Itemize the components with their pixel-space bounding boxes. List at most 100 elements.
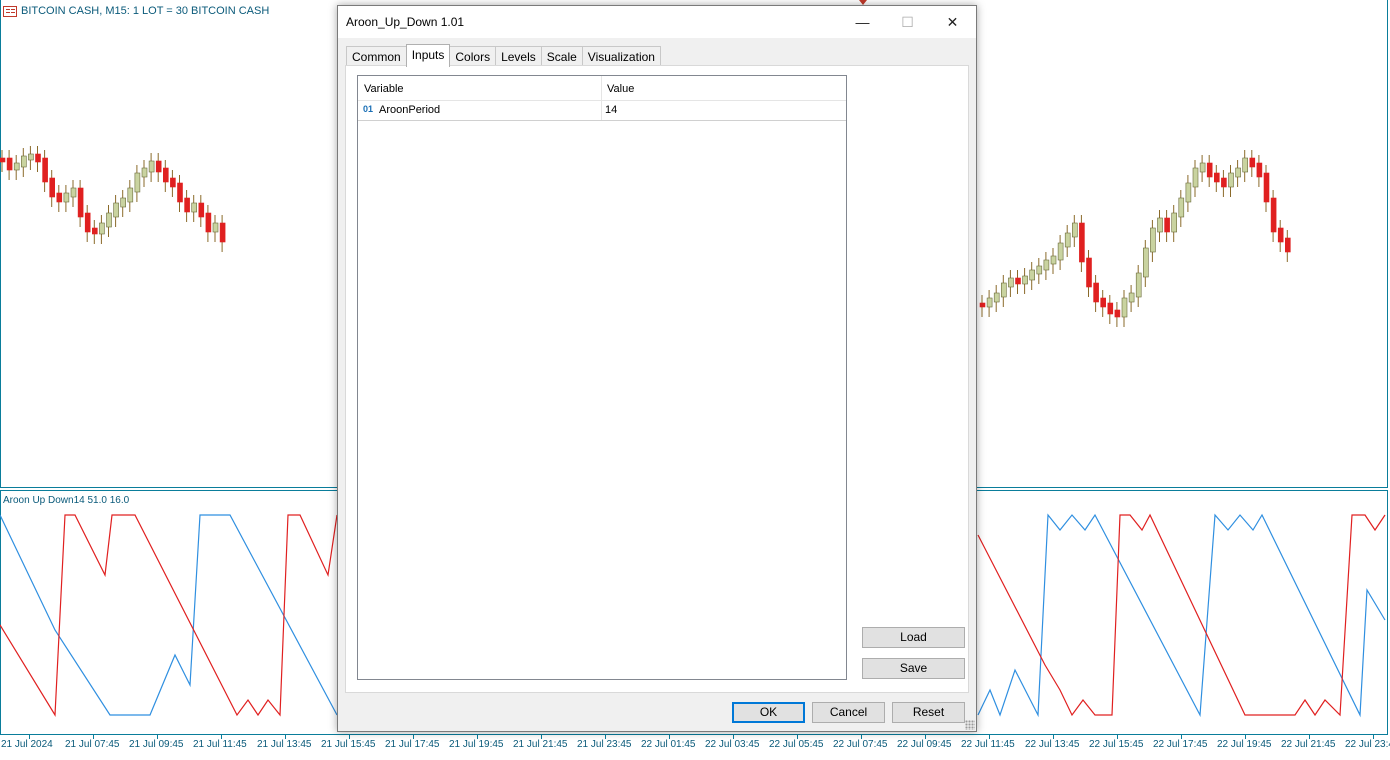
candle-body [1114,309,1121,318]
candle-body [1171,212,1177,233]
candle-body [1135,272,1142,298]
candle-body [1277,227,1284,243]
variable-column-header[interactable]: Variable [364,76,404,100]
candle-body [1249,157,1256,168]
candle-body [141,167,148,178]
candle-body [155,160,162,173]
candle-body [212,222,219,233]
time-axis-label: 21 Jul 2024 [1,739,53,750]
chart-title: BITCOIN CASH, M15: 1 LOT = 30 BITCOIN CA… [3,5,269,17]
aroon-up-line-right [977,513,1386,718]
tab-common[interactable]: Common [346,46,407,67]
candle-body [42,157,48,183]
candle-body [986,297,993,308]
candle-body [28,153,34,161]
candle-body [1199,162,1206,173]
indicator-properties-dialog: Aroon_Up_Down 1.01 — ☐ ✕ Common Inputs C… [337,5,977,732]
candle-body [1121,297,1128,318]
grid-header: Variable Value [358,76,846,101]
candle-body [1079,222,1085,263]
chart-symbol-icon [3,5,17,17]
tab-colors[interactable]: Colors [449,46,497,67]
candle-body [1015,277,1021,285]
candle-body [1143,247,1149,278]
time-axis-label: 21 Jul 17:45 [385,739,440,750]
time-axis-label: 21 Jul 07:45 [65,739,120,750]
candle-body [1022,275,1028,285]
candle-body [70,187,77,198]
time-axis-label: 22 Jul 13:45 [1025,739,1080,750]
candle-body [134,172,141,193]
tab-inputs[interactable]: Inputs [405,44,451,67]
tab-levels[interactable]: Levels [495,46,542,67]
candle-body [106,212,112,228]
candle-body [1221,177,1227,188]
time-axis-label: 22 Jul 01:45 [641,739,696,750]
candle-body [979,302,986,308]
table-row[interactable]: 01 AroonPeriod 14 [358,100,846,121]
ok-button[interactable]: OK [732,702,805,723]
minimize-button[interactable]: — [840,6,885,38]
row-value[interactable]: 14 [605,104,617,116]
candle-body [1043,259,1050,271]
time-axis-label: 22 Jul 03:45 [705,739,760,750]
candle-body [1107,302,1114,315]
tab-strip: Common Inputs Colors Levels Scale Visual… [346,44,661,67]
candle-body [177,182,183,203]
time-axis-label: 22 Jul 23:45 [1345,739,1390,750]
candle-body [198,202,205,218]
close-button[interactable]: ✕ [930,6,975,38]
time-axis-label: 22 Jul 05:45 [769,739,824,750]
candle-body [13,162,20,171]
time-axis-label: 22 Jul 09:45 [897,739,952,750]
time-axis-label: 22 Jul 17:45 [1153,739,1208,750]
candle-body [77,187,84,218]
value-column-header[interactable]: Value [607,76,634,100]
indicator-title: Aroon Up Down14 51.0 16.0 [3,495,130,506]
candle-body [6,157,13,171]
candle-body [205,212,212,233]
tab-visualization[interactable]: Visualization [581,46,661,67]
candle-body [1178,197,1185,218]
candle-body [1192,167,1199,188]
candle-body [56,192,63,203]
tab-scale[interactable]: Scale [540,46,583,67]
time-axis-label: 22 Jul 21:45 [1281,739,1336,750]
candle-body [1057,242,1064,261]
candle-body [1214,172,1220,183]
time-axis-label: 21 Jul 15:45 [321,739,376,750]
candle-body [184,197,190,213]
candle-body [20,155,27,168]
dialog-titlebar[interactable]: Aroon_Up_Down 1.01 — ☐ ✕ [338,6,976,38]
candle-body [127,187,134,203]
candle-body [148,160,155,173]
cancel-button[interactable]: Cancel [812,702,885,723]
candle-body [84,212,91,233]
candle-body [35,153,41,163]
time-axis-label: 21 Jul 23:45 [577,739,632,750]
reset-button[interactable]: Reset [892,702,965,723]
candle-body [1228,172,1234,188]
candle-body [1064,232,1071,248]
integer-type-icon: 01 [363,104,374,114]
time-axis-label: 21 Jul 09:45 [129,739,184,750]
candle-body [99,222,105,235]
candle-body [1235,167,1241,178]
resize-grip-icon[interactable] [965,720,975,730]
candle-body [1086,257,1092,288]
time-axis: 21 Jul 2024 21 Jul 07:45 21 Jul 09:45 21 Ju… [0,735,1390,760]
time-axis-label: 21 Jul 19:45 [449,739,504,750]
candle-body [1008,277,1014,288]
candle-body [1164,217,1170,233]
candle-body [0,157,6,163]
candle-body [1050,255,1057,265]
candle-body [170,177,176,188]
save-button[interactable]: Save [862,658,965,679]
candle-body [1072,222,1078,238]
candle-body [1185,182,1192,203]
maximize-button[interactable]: ☐ [885,6,930,38]
candle-body [1270,197,1277,233]
candle-body [1150,227,1156,253]
load-button[interactable]: Load [862,627,965,648]
candle-body [1256,162,1263,178]
